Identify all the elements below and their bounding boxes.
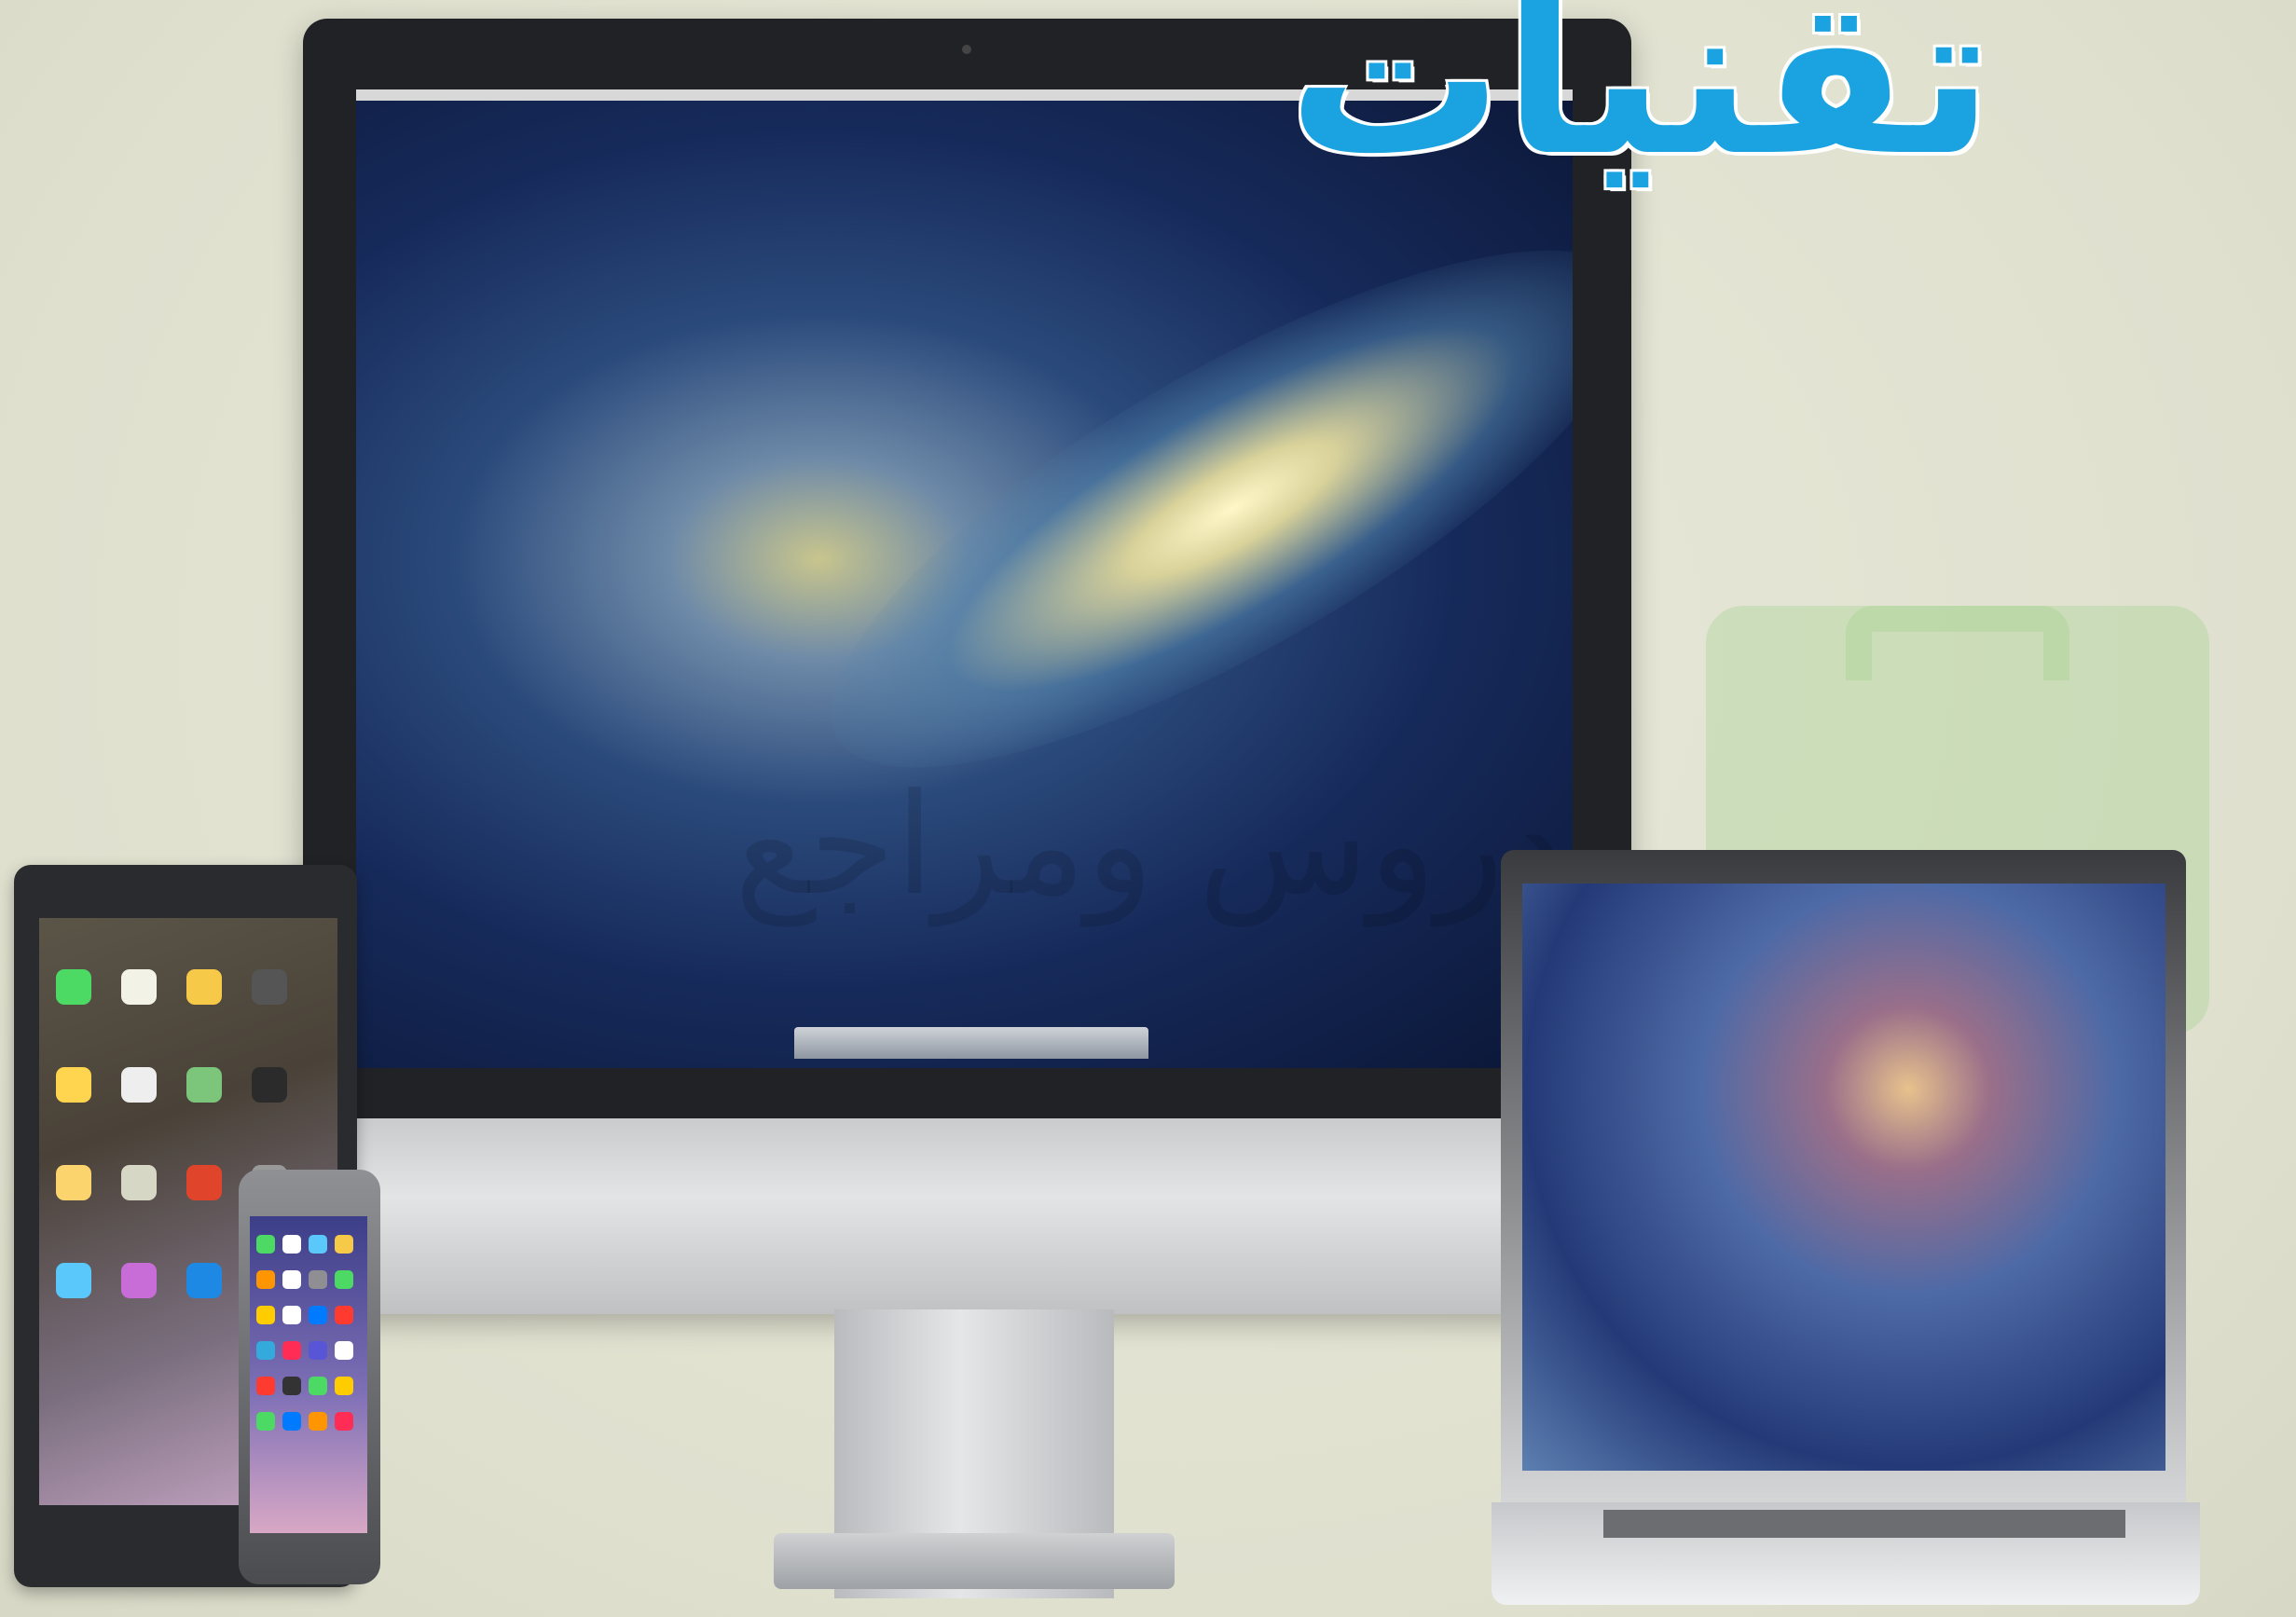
imac-stand-foot <box>774 1533 1175 1589</box>
imac-camera <box>962 45 971 54</box>
headline: تقنيات <box>1287 0 1994 203</box>
galaxy-wallpaper <box>766 159 1573 858</box>
imac-chin <box>303 1118 1631 1314</box>
macbook-screen <box>1522 884 2165 1471</box>
macbook-keyboard <box>1603 1510 2125 1538</box>
watermark-text: دروس ومراجع <box>734 764 1566 926</box>
iphone-app-grid <box>256 1235 364 1514</box>
dock <box>794 1027 1148 1059</box>
watermark-suitcase-handle <box>1846 606 2069 680</box>
